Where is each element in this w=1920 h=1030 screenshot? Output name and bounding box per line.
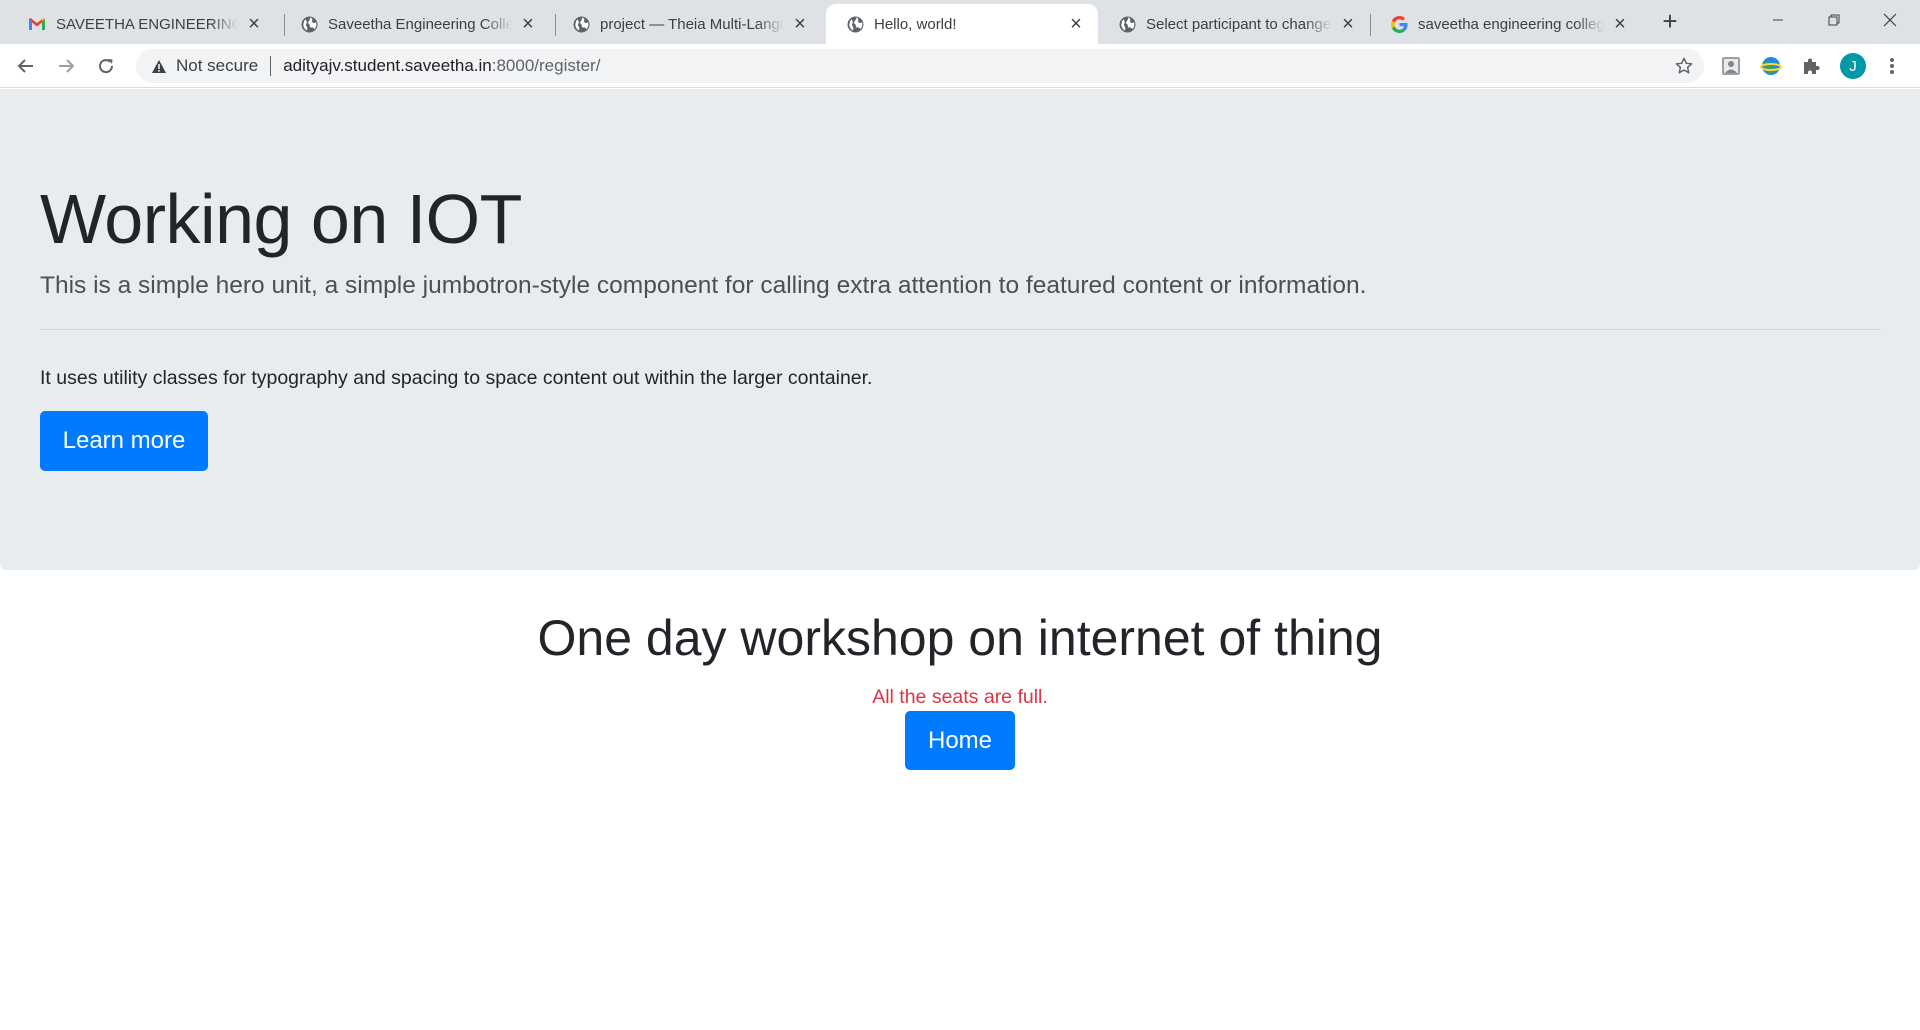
- profile-avatar[interactable]: J: [1840, 53, 1866, 79]
- extensions-puzzle-icon[interactable]: [1800, 55, 1822, 77]
- security-status-label[interactable]: Not secure: [176, 56, 258, 76]
- browser-tab-saveetha[interactable]: Saveetha Engineering College ×: [280, 4, 550, 44]
- close-tab-icon[interactable]: ×: [1066, 14, 1086, 34]
- close-tab-icon[interactable]: ×: [1610, 14, 1630, 34]
- hero-jumbotron: Working on IOT This is a simple hero uni…: [0, 89, 1920, 570]
- close-tab-icon[interactable]: ×: [790, 14, 810, 34]
- new-tab-plus-icon[interactable]: +: [1656, 8, 1684, 36]
- globe-icon: [846, 15, 864, 33]
- extension-profile-picture-icon[interactable]: [1720, 55, 1742, 77]
- seats-full-message: All the seats are full.: [872, 686, 1048, 708]
- address-bar[interactable]: Not secure adityajv.student.saveetha.in:…: [136, 49, 1704, 83]
- tab-title: SAVEETHA ENGINEERING COLLEGE Mail: [56, 15, 238, 33]
- forward-arrow-icon[interactable]: [50, 50, 82, 82]
- tab-title: Saveetha Engineering College: [328, 15, 512, 33]
- browser-toolbar: Not secure adityajv.student.saveetha.in:…: [0, 44, 1920, 88]
- minimize-window-icon[interactable]: [1750, 0, 1806, 40]
- browser-tab-theia[interactable]: project — Theia Multi-Language ×: [552, 4, 822, 44]
- reload-icon[interactable]: [90, 50, 122, 82]
- page-viewport: Working on IOT This is a simple hero uni…: [0, 89, 1920, 1030]
- browser-tab-gmail[interactable]: SAVEETHA ENGINEERING COLLEGE Mail ×: [8, 4, 276, 44]
- back-arrow-icon[interactable]: [10, 50, 42, 82]
- workshop-title: One day workshop on internet of thing: [537, 610, 1383, 666]
- hero-body-text: It uses utility classes for typography a…: [40, 367, 873, 389]
- url-text[interactable]: adityajv.student.saveetha.in:8000/regist…: [283, 56, 600, 76]
- hero-divider: [40, 329, 1881, 330]
- extension-globe-icon[interactable]: [1760, 55, 1782, 77]
- browser-tab-django-admin[interactable]: Select participant to change | Django ×: [1098, 4, 1370, 44]
- tab-title: Hello, world!: [874, 15, 957, 33]
- tab-title: saveetha engineering college - Google: [1418, 15, 1604, 33]
- learn-more-button[interactable]: Learn more: [40, 411, 208, 471]
- google-icon: [1390, 15, 1408, 33]
- close-window-icon[interactable]: [1862, 0, 1918, 40]
- globe-icon: [1118, 15, 1136, 33]
- globe-icon: [300, 15, 318, 33]
- close-tab-icon[interactable]: ×: [244, 14, 264, 34]
- tab-title: project — Theia Multi-Language: [600, 15, 784, 33]
- close-tab-icon[interactable]: ×: [518, 14, 538, 34]
- url-path: :8000/register/: [491, 56, 601, 75]
- hero-heading: Working on IOT: [40, 180, 522, 258]
- omnibox-divider: [270, 56, 272, 76]
- browser-tab-hello-world-active[interactable]: Hello, world! ×: [826, 4, 1098, 44]
- url-host: adityajv.student.saveetha.in: [283, 56, 492, 75]
- bookmark-star-icon[interactable]: [1674, 56, 1694, 76]
- browser-menu-icon[interactable]: [1882, 55, 1902, 77]
- browser-tab-strip: SAVEETHA ENGINEERING COLLEGE Mail × Save…: [0, 0, 1920, 44]
- tab-title: Select participant to change | Django: [1146, 15, 1332, 33]
- close-tab-icon[interactable]: ×: [1338, 14, 1358, 34]
- hero-lead-text: This is a simple hero unit, a simple jum…: [40, 272, 1367, 299]
- gmail-icon: [28, 15, 46, 33]
- not-secure-warning-icon[interactable]: [150, 57, 168, 75]
- home-button[interactable]: Home: [905, 711, 1015, 770]
- browser-tab-google-search[interactable]: saveetha engineering college - Google ×: [1370, 4, 1642, 44]
- globe-icon: [572, 15, 590, 33]
- restore-window-icon[interactable]: [1806, 0, 1862, 40]
